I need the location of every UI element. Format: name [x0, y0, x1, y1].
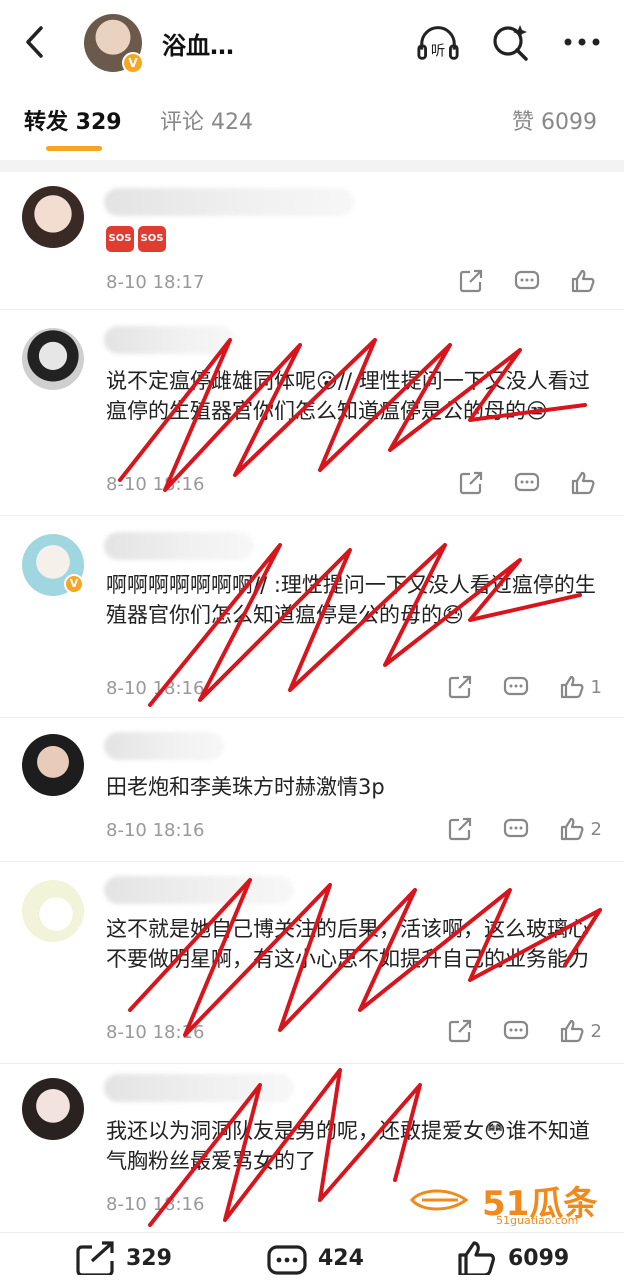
- page-title[interactable]: 浴血…: [162, 26, 234, 61]
- repost-icon: [448, 1019, 471, 1043]
- like-button[interactable]: [570, 268, 602, 294]
- watermark-url: 51guatiao.com: [496, 1214, 579, 1227]
- repost-icon: [76, 1241, 114, 1275]
- back-button[interactable]: [20, 24, 50, 60]
- comment-text: 田老炮和李美珠方时赫激情3p: [106, 775, 385, 799]
- bottom-action-bar: 329 424 6099: [0, 1232, 624, 1280]
- comment-icon: [514, 472, 540, 492]
- timestamp: 8-10 18:16: [106, 474, 205, 495]
- repost-icon: [459, 269, 483, 293]
- sos-emoji-row: SOS SOS: [106, 226, 170, 252]
- timestamp: 8-10 18:16: [106, 1194, 205, 1215]
- listen-label: 听: [431, 42, 445, 59]
- like-count: 2: [590, 1020, 602, 1042]
- timestamp: 8-10 18:16: [106, 678, 205, 699]
- bottom-comment-button[interactable]: 424: [266, 1241, 364, 1275]
- avatar[interactable]: [22, 328, 84, 390]
- listen-button[interactable]: 听: [416, 22, 460, 62]
- repost-icon: [448, 817, 471, 841]
- search-button[interactable]: [488, 22, 532, 62]
- watermark: 51瓜条 51guatiao.com: [410, 1176, 610, 1227]
- avatar[interactable]: [22, 880, 84, 942]
- like-button[interactable]: 2: [559, 816, 602, 842]
- timestamp: 8-10 18:16: [106, 820, 205, 841]
- list-item[interactable]: 这不就是她自己博关注的后果，活该啊，这么玻璃心不要做明星啊，有这小心思不如提升自…: [0, 862, 624, 1064]
- repost-button[interactable]: [447, 674, 473, 700]
- list-item[interactable]: SOS SOS 8-10 18:17: [0, 172, 624, 310]
- thumbs-up-icon: [560, 817, 584, 841]
- sos-emoji-icon: SOS: [106, 226, 134, 252]
- watermark-logo: [410, 1189, 469, 1211]
- like-button[interactable]: 1: [559, 674, 602, 700]
- comment-icon: [503, 676, 528, 696]
- comment-icon: [503, 1020, 528, 1040]
- username-blurred[interactable]: [104, 188, 354, 216]
- repost-icon: [459, 471, 483, 495]
- like-button[interactable]: [570, 470, 602, 496]
- avatar[interactable]: [22, 1078, 84, 1140]
- avatar[interactable]: [22, 734, 84, 796]
- bottom-like-button[interactable]: 6099: [456, 1241, 569, 1275]
- timestamp: 8-10 18:17: [106, 272, 205, 293]
- comment-button[interactable]: [514, 470, 540, 496]
- username-blurred[interactable]: [104, 1074, 294, 1102]
- search-sparkle-icon: [493, 25, 528, 61]
- comment-text: 说不定瘟停雌雄同体呢😮// 理性提问一下又没人看过瘟停的生殖器官你们怎么知道瘟停…: [106, 369, 590, 423]
- tab-comments[interactable]: 评论 424: [160, 104, 253, 136]
- thumbs-up-icon: [571, 471, 595, 495]
- verified-badge: V: [122, 52, 144, 74]
- thumbs-up-icon: [560, 675, 584, 699]
- like-count: 1: [590, 676, 602, 698]
- thumbs-up-icon: [458, 1241, 495, 1275]
- sos-emoji-icon: SOS: [138, 226, 166, 252]
- comment-text: 我还以为洞洞队友是男的呢，还敢提爱女😳谁不知道气胸粉丝最爱骂女的了: [106, 1119, 590, 1173]
- thumbs-up-icon: [571, 269, 595, 293]
- comment-button[interactable]: [503, 816, 529, 842]
- chevron-left-icon: [26, 26, 43, 58]
- divider: [0, 160, 624, 172]
- more-button[interactable]: [560, 22, 604, 62]
- list-item[interactable]: 田老炮和李美珠方时赫激情3p 8-10 18:16 2: [0, 718, 624, 862]
- repost-icon: [448, 675, 471, 699]
- username-blurred[interactable]: [104, 326, 234, 354]
- top-bar: V 浴血… 听: [0, 0, 624, 84]
- more-icon: [564, 38, 600, 46]
- comment-text: 这不就是她自己博关注的后果，活该啊，这么玻璃心不要做明星啊，有这小心思不如提升自…: [106, 917, 589, 971]
- comment-count: 424: [318, 1245, 364, 1271]
- headphones-icon: 听: [417, 26, 459, 60]
- comment-icon: [267, 1245, 307, 1275]
- username-blurred[interactable]: [104, 732, 224, 760]
- list-item[interactable]: V 啊啊啊啊啊啊啊// :理性提问一下又没人看过瘟停的生殖器官你们怎么知道瘟停是…: [0, 516, 624, 718]
- comment-icon: [514, 270, 540, 290]
- username-blurred[interactable]: [104, 532, 254, 560]
- verified-badge: V: [64, 574, 84, 594]
- repost-button[interactable]: [458, 470, 484, 496]
- comment-button[interactable]: [503, 674, 529, 700]
- repost-button[interactable]: [458, 268, 484, 294]
- username-blurred[interactable]: [104, 876, 294, 904]
- like-count: 2: [590, 818, 602, 840]
- list-item[interactable]: 说不定瘟停雌雄同体呢😮// 理性提问一下又没人看过瘟停的生殖器官你们怎么知道瘟停…: [0, 310, 624, 516]
- tab-indicator: [46, 146, 102, 151]
- timestamp: 8-10 18:16: [106, 1022, 205, 1043]
- comment-button[interactable]: [514, 268, 540, 294]
- repost-button[interactable]: [447, 1018, 473, 1044]
- like-button[interactable]: 2: [559, 1018, 602, 1044]
- repost-count: 329: [126, 1245, 172, 1271]
- thumbs-up-icon: [560, 1019, 584, 1043]
- avatar[interactable]: [22, 186, 84, 248]
- repost-button[interactable]: [447, 816, 473, 842]
- tab-likes[interactable]: 赞 6099: [512, 104, 597, 136]
- comment-button[interactable]: [503, 1018, 529, 1044]
- tab-repost[interactable]: 转发 329: [24, 104, 122, 136]
- bottom-repost-button[interactable]: 329: [74, 1241, 172, 1275]
- like-count: 6099: [508, 1245, 570, 1271]
- comment-text: 啊啊啊啊啊啊啊// :理性提问一下又没人看过瘟停的生殖器官你们怎么知道瘟停是公的…: [106, 573, 596, 627]
- comment-icon: [503, 818, 528, 838]
